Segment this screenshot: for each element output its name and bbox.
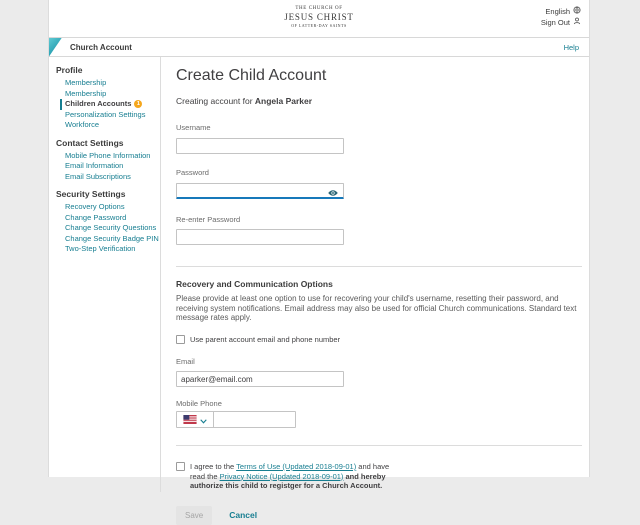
sidebar-item-two-step-verification[interactable]: Two-Step Verification — [56, 244, 160, 255]
sidebar-item-children-accounts[interactable]: Children Accounts1 — [60, 99, 160, 110]
sidebar-section-contact-settings: Contact Settings — [56, 138, 160, 148]
sidebar-item-change-password[interactable]: Change Password — [56, 213, 160, 224]
language-label: English — [545, 6, 570, 17]
recovery-options-heading: Recovery and Communication Options — [176, 279, 582, 289]
sidebar-section-profile: Profile — [56, 65, 160, 75]
children-accounts-badge: 1 — [134, 100, 142, 108]
use-parent-checkbox[interactable] — [176, 335, 185, 344]
sidebar-item-email-information[interactable]: Email Information — [56, 161, 160, 172]
agreement-row: I agree to the Terms of Use (Updated 201… — [176, 462, 582, 491]
sidebar-item-membership-2[interactable]: Membership — [56, 89, 160, 100]
password-input[interactable] — [176, 183, 344, 199]
eye-icon[interactable] — [327, 184, 339, 202]
mobile-phone-group — [176, 411, 296, 428]
main-content: Create Child Account Creating account fo… — [161, 57, 589, 492]
save-button[interactable]: Save — [176, 506, 212, 525]
sidebar-item-personalization-settings[interactable]: Personalization Settings — [56, 110, 160, 121]
sidebar-item-recovery-options[interactable]: Recovery Options — [56, 202, 160, 213]
mobile-phone-label: Mobile Phone — [176, 399, 582, 408]
person-icon — [573, 17, 581, 28]
section-divider — [176, 266, 582, 267]
us-flag-icon — [183, 411, 197, 429]
logo-line3: OF LATTER-DAY SAINTS — [284, 23, 353, 28]
use-parent-checkbox-label: Use parent account email and phone numbe… — [190, 335, 340, 344]
sign-out-link[interactable]: Sign Out — [541, 17, 581, 28]
sidebar-nav: Profile Membership Membership Children A… — [49, 57, 161, 492]
privacy-notice-link[interactable]: Privacy Notice (Updated 2018-09-01) — [220, 472, 344, 481]
recovery-description: Please provide at least one option to us… — [176, 294, 580, 323]
password-label: Password — [176, 168, 582, 177]
agreement-checkbox[interactable] — [176, 462, 185, 471]
globe-icon — [573, 6, 581, 17]
chevron-down-icon — [200, 411, 207, 429]
reenter-password-label: Re-enter Password — [176, 215, 582, 224]
sidebar-item-email-subscriptions[interactable]: Email Subscriptions — [56, 172, 160, 183]
language-link[interactable]: English — [541, 6, 581, 17]
help-link[interactable]: Help — [564, 43, 579, 52]
sidebar-item-change-security-questions[interactable]: Change Security Questions — [56, 223, 160, 234]
app-bar: Church Account Help — [49, 37, 589, 57]
church-logo: THE CHURCH OF JESUS CHRIST OF LATTER-DAY… — [284, 6, 353, 28]
section-divider-2 — [176, 445, 582, 446]
sidebar-item-change-security-badge-pin[interactable]: Change Security Badge PIN — [56, 234, 160, 245]
country-code-select[interactable] — [177, 412, 214, 427]
mobile-phone-input[interactable] — [214, 412, 295, 427]
email-input[interactable] — [176, 371, 344, 387]
sidebar-item-workforce[interactable]: Workforce — [56, 120, 160, 131]
sidebar-item-membership[interactable]: Membership — [56, 78, 160, 89]
reenter-password-input[interactable] — [176, 229, 344, 245]
form-actions: Save Cancel — [176, 506, 582, 525]
page-title: Create Child Account — [176, 67, 582, 85]
sidebar-section-security-settings: Security Settings — [56, 189, 160, 199]
email-label: Email — [176, 357, 582, 366]
sign-out-label: Sign Out — [541, 17, 570, 28]
logo-line2: JESUS CHRIST — [284, 12, 353, 22]
header-links: English Sign Out — [541, 6, 581, 28]
agreement-text: I agree to the Terms of Use (Updated 201… — [190, 462, 402, 491]
password-field-wrap — [176, 180, 344, 199]
logo-line1: THE CHURCH OF — [284, 6, 353, 11]
creating-account-subtitle: Creating account for Angela Parker — [176, 96, 582, 106]
cancel-button[interactable]: Cancel — [229, 510, 257, 520]
sidebar-item-mobile-phone-information[interactable]: Mobile Phone Information — [56, 151, 160, 162]
terms-of-use-link[interactable]: Terms of Use (Updated 2018-09-01) — [236, 462, 356, 471]
username-label: Username — [176, 123, 582, 132]
app-title: Church Account — [70, 43, 132, 52]
church-account-mark-icon — [49, 38, 62, 57]
username-input[interactable] — [176, 138, 344, 154]
child-name: Angela Parker — [255, 96, 312, 106]
page-canvas: THE CHURCH OF JESUS CHRIST OF LATTER-DAY… — [48, 0, 590, 477]
top-header: THE CHURCH OF JESUS CHRIST OF LATTER-DAY… — [49, 0, 589, 37]
use-parent-checkbox-row: Use parent account email and phone numbe… — [176, 335, 582, 344]
